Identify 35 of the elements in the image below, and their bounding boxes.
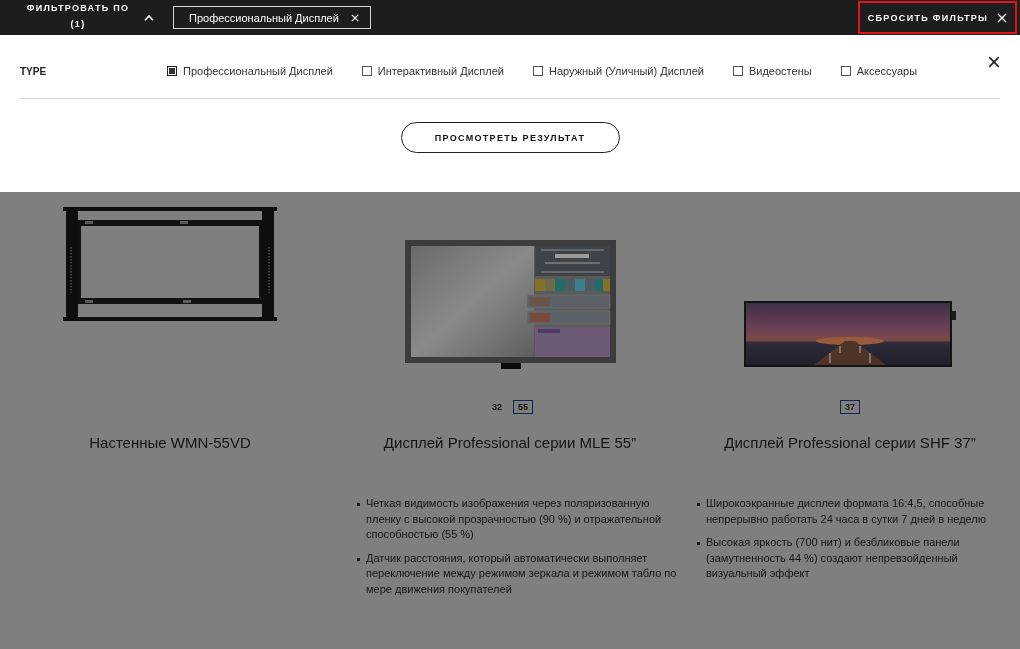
feature-text: Высокая яркость (700 нит) и безбликовые панели (замутненность 44 %) создают непревзойденный визуальный эффект (706, 535, 961, 581)
checkbox[interactable] (167, 66, 177, 76)
feature-text: Датчик расстояния, который автоматически выполняет переключение между режимом зеркала и режимом табло по мере движения покупателей (366, 550, 678, 597)
close-icon (350, 13, 359, 22)
bullet-icon (357, 503, 360, 506)
checkbox-label[interactable]: Аксессуары (856, 65, 918, 77)
feature-text: Широкоэкранные дисплеи формата 16:4,5, способные непрерывно работать 24 часа в сутки 7 дней в неделю (706, 496, 987, 527)
checkbox-label[interactable]: Видеостены (748, 65, 812, 77)
close-button[interactable] (988, 56, 1000, 68)
caret-icon[interactable] (144, 14, 154, 21)
filter-group-title: TYPE (20, 65, 48, 77)
close-icon (988, 56, 1000, 68)
size-option[interactable]: 32 (487, 400, 507, 414)
checkbox-label[interactable]: Наружный (Уличный) Дисплей (548, 65, 704, 77)
reset-filters-button[interactable]: СБРОСИТЬ ФИЛЬТРЫ (858, 1, 1017, 34)
filter-chip[interactable]: Профессиональный Дисплей (173, 6, 371, 29)
product-title[interactable]: Дисплей Professional серии SHF 37” (724, 433, 976, 453)
checkbox[interactable] (532, 66, 543, 76)
product-title[interactable]: Настенные WMN-55VD (89, 433, 251, 453)
size-option[interactable]: 55 (513, 400, 533, 414)
checkbox[interactable] (732, 66, 743, 76)
filter-count: (1) (70, 18, 86, 31)
close-icon (997, 12, 1008, 23)
bullet-icon (357, 557, 360, 561)
size-option[interactable]: 37 (840, 400, 860, 414)
checkbox-label[interactable]: Интерактивный Дисплей (377, 65, 504, 77)
filter-title: ФИЛЬТРОВАТЬ ПО (26, 2, 130, 15)
feature-text: Четкая видимость изображения через поляризованную пленку с высокой прозрачностью (90 %) и отражательной способностью (55 %) (366, 496, 663, 542)
bullet-icon (697, 503, 700, 506)
checkbox[interactable] (361, 66, 372, 76)
view-results-button[interactable]: ПРОСМОТРЕТЬ РЕЗУЛЬТАТ (400, 122, 620, 153)
checkbox-label[interactable]: Профессиональный Дисплей (183, 65, 333, 77)
product-title[interactable]: Дисплей Professional серии MLE 55” (383, 433, 637, 453)
checkbox[interactable] (840, 66, 851, 76)
bullet-icon (697, 542, 700, 545)
